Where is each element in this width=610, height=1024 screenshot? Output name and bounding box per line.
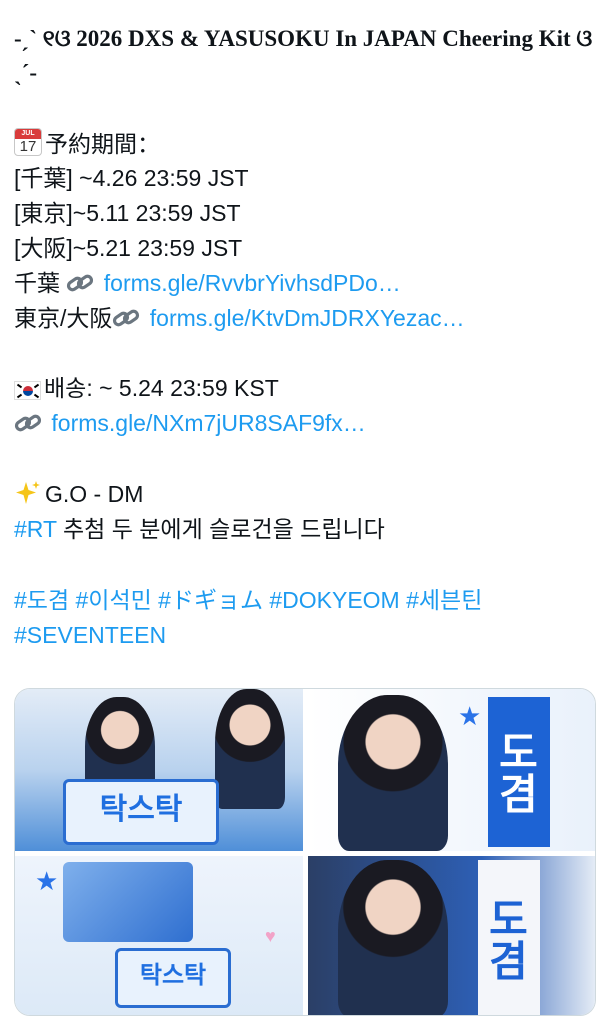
media-photo-2[interactable]: 도겸 ★ [308,689,595,851]
media-photo-1[interactable]: 탁스탁 [15,689,303,851]
hashtag-rt[interactable]: #RT [14,516,57,542]
go-dm-text: G.O - DM [45,481,144,507]
link-icon [14,410,42,444]
reservation-line: JUL 17 予約期間： [14,127,160,161]
portrait-figure [338,695,448,851]
shipping-line: 배송: ~ 5.24 23:59 KST [14,371,279,405]
hashtags-line-2[interactable]: #SEVENTEEN [14,618,166,652]
keychain-photo [63,862,193,942]
tokyo-osaka-form-link[interactable]: forms.gle/KtvDmJDRXYezac… [150,305,465,331]
media-photo-4[interactable]: 도겸 [308,856,595,1015]
performer-figure [215,689,285,809]
rt-text: 추첨 두 분에게 슬로건을 드립니다 [63,516,385,542]
korea-flag-icon [14,381,41,400]
sparkles-icon [14,480,42,515]
hashtags-line-1[interactable]: #도겸 #이석민 #ドギョム #DOKYEOM #세븐틴 [14,583,482,617]
chiba-form-link[interactable]: forms.gle/RvvbrYivhsdPDo… [104,270,401,296]
reservation-label: 予約期間： [45,131,160,157]
calendar-icon: JUL 17 [14,128,42,156]
period-chiba: [千葉] ~4.26 23:59 JST [14,165,249,191]
tweet-title: -ˏˋ ୧ଓ 2026 DXS & YASUSOKU In JAPAN Chee… [14,26,593,85]
link-icon [66,270,94,304]
period-tokyo: [東京]~5.11 23:59 JST [14,200,241,226]
media-photo-3[interactable]: 탁스탁 ★ ♥ [15,856,303,1015]
portrait-figure [338,860,448,1015]
slogan-towel: 도겸 [478,860,540,1015]
star-icon: ★ [458,701,482,731]
heart-icon: ♥ [265,926,276,946]
slogan-towel: 도겸 [488,697,550,847]
banner-slogan: 탁스탁 [63,779,219,845]
chiba-prefix: 千葉 [14,270,60,296]
star-icon: ★ [35,866,59,896]
go-dm-line: G.O - DM [14,477,143,515]
shipping-text: 배송: ~ 5.24 23:59 KST [44,375,279,401]
period-osaka: [大阪]~5.21 23:59 JST [14,235,243,261]
tweet: -ˏˋ ୧ଓ 2026 DXS & YASUSOKU In JAPAN Chee… [0,0,610,1024]
link-icon [112,305,140,339]
rt-line: #RT 추첨 두 분에게 슬로건을 드립니다 [14,512,385,546]
media-grid: 탁스탁 도겸 ★ 탁스탁 ★ ♥ 도겸 [14,688,596,1016]
tokyo-osaka-link-line: 東京/大阪 forms.gle/KtvDmJDRXYezac… [14,301,465,339]
shipping-form-link[interactable]: forms.gle/NXm7jUR8SAF9fx… [51,410,365,436]
tokyo-osaka-prefix: 東京/大阪 [14,305,113,331]
keychain-slogan: 탁스탁 [115,948,231,1008]
chiba-link-line: 千葉 forms.gle/RvvbrYivhsdPDo… [14,266,401,304]
shipping-link-line: forms.gle/NXm7jUR8SAF9fx… [14,406,366,444]
